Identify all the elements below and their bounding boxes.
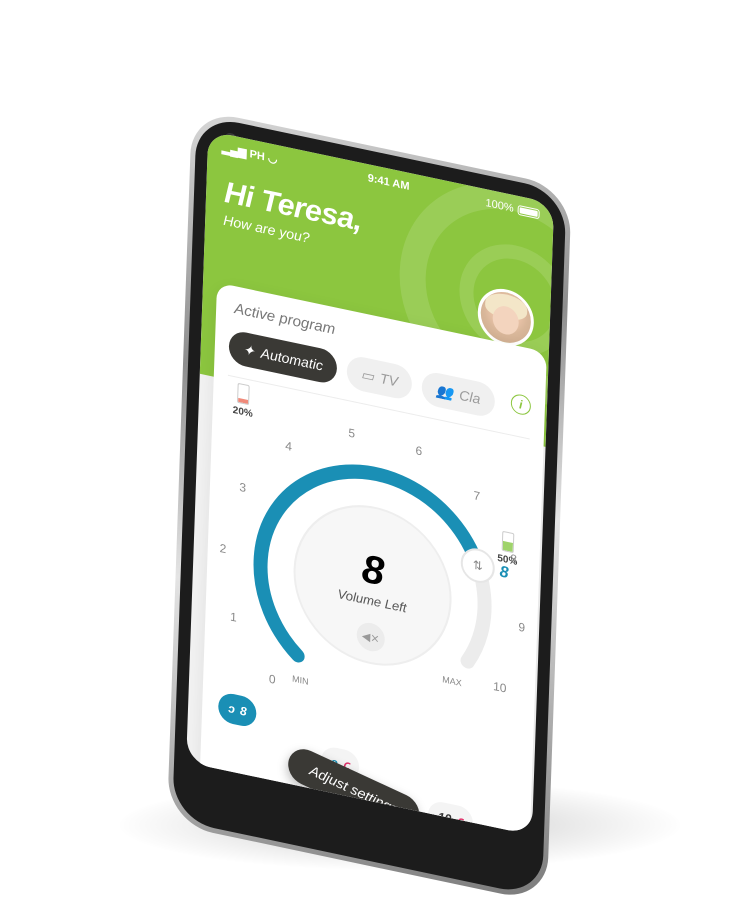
signal-icon: ▂▄▆ <box>221 142 247 160</box>
phone-device: ▂▄▆ PH ◡ 9:41 AM 100% Hi Teresa, How are… <box>166 108 572 903</box>
volume-tick-label: 9 <box>518 620 525 635</box>
wifi-icon: ◡ <box>267 152 278 167</box>
group-icon: 👥 <box>435 381 454 401</box>
chevron-updown-icon: ⇅ <box>472 558 483 574</box>
min-label: MIN <box>292 673 309 686</box>
volume-tick-label: 2 <box>219 541 226 556</box>
program-chip-automatic[interactable]: ✦ Automatic <box>228 329 338 386</box>
program-chip-tv[interactable]: ▭ TV <box>346 353 413 402</box>
volume-side-value: 8 <box>499 562 509 582</box>
app-screen: ▂▄▆ PH ◡ 9:41 AM 100% Hi Teresa, How are… <box>186 130 555 836</box>
right-ear-value: 10 <box>437 809 452 827</box>
program-label: Automatic <box>260 344 324 374</box>
volume-tick-label: 8 <box>510 551 517 566</box>
magic-wand-icon: ✦ <box>242 340 255 359</box>
signal-indicator: ▂▄▆ PH ◡ <box>222 141 278 166</box>
phone-bezel: ▂▄▆ PH ◡ 9:41 AM 100% Hi Teresa, How are… <box>172 114 567 898</box>
volume-tick-label: 10 <box>493 679 507 696</box>
volume-tick-label: 1 <box>230 610 237 625</box>
carrier-name: PH <box>249 148 266 164</box>
greeting: Hi Teresa, How are you? <box>223 176 362 257</box>
program-card: Active program i ✦ Automatic ▭ TV 👥 Cla … <box>198 282 547 836</box>
left-ear-value: 8 <box>239 703 247 719</box>
volume-tick-label: 4 <box>285 439 292 454</box>
ear-right-icon: ⅽ <box>456 813 464 829</box>
program-label: TV <box>379 369 399 390</box>
battery-percent: 100% <box>485 197 514 215</box>
battery-icon <box>517 204 540 220</box>
volume-tick-label: 0 <box>269 672 276 687</box>
program-label: Cla <box>459 386 481 408</box>
tv-icon: ▭ <box>360 365 375 385</box>
volume-tick-label: 7 <box>473 488 480 503</box>
clock: 9:41 AM <box>367 172 410 193</box>
ear-left-icon: ↄ <box>228 701 236 717</box>
volume-tick-label: 5 <box>348 426 355 441</box>
volume-tick-label: 6 <box>415 443 422 458</box>
volume-value: 8 <box>361 546 385 595</box>
volume-tick-label: 3 <box>239 480 246 495</box>
right-ear-chip[interactable]: 10 ⅽ <box>427 799 474 836</box>
max-label: MAX <box>442 674 462 688</box>
info-icon[interactable]: i <box>510 392 532 417</box>
program-chip-class[interactable]: 👥 Cla <box>421 369 495 419</box>
